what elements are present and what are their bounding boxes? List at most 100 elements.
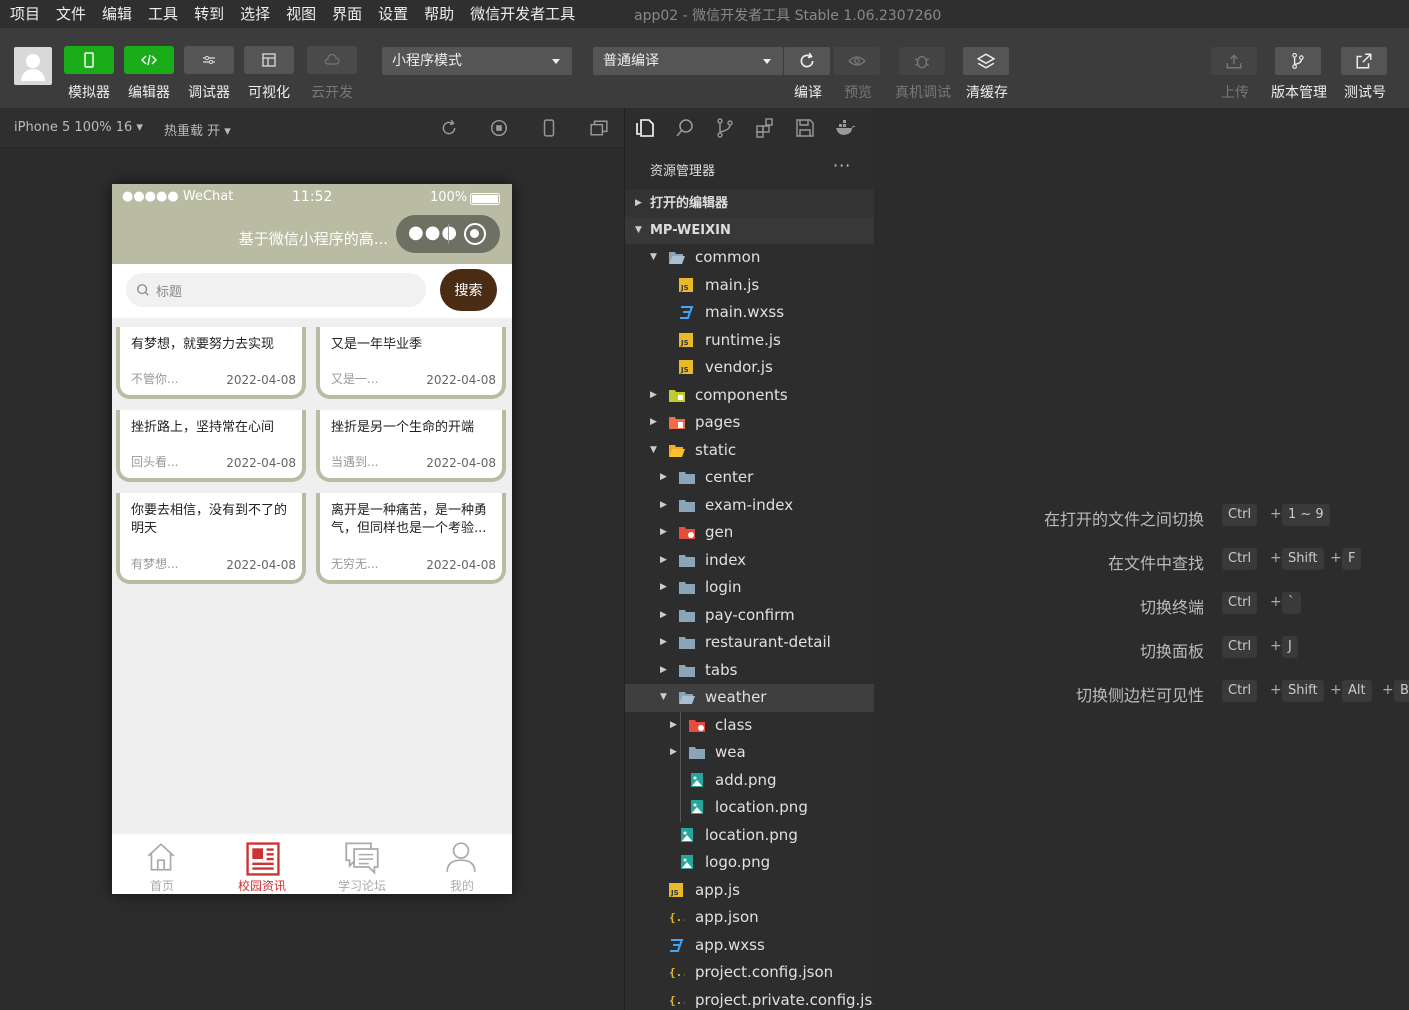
hot-reload-select[interactable]: 热重载 开 ▾ (164, 120, 231, 139)
chevron-right-icon[interactable]: ▶ (670, 739, 680, 766)
menu-view[interactable]: 视图 (276, 0, 322, 28)
tree-file-row[interactable]: main.wxss (625, 299, 874, 327)
tree-file-row[interactable]: JS main.js (625, 272, 874, 300)
tree-folder-row[interactable]: ▶ components (625, 382, 874, 410)
chevron-right-icon[interactable]: ▶ (660, 492, 670, 519)
menu-file[interactable]: 文件 (46, 0, 92, 28)
tree-folder-row[interactable]: ▶ wea (625, 739, 874, 767)
tree-file-row[interactable]: JS runtime.js (625, 327, 874, 355)
tab-home[interactable]: 首页 (112, 834, 212, 894)
menu-devtools[interactable]: 微信开发者工具 (460, 0, 581, 28)
detach-window-icon[interactable] (590, 119, 608, 137)
search-icon[interactable] (674, 117, 696, 139)
device-select[interactable]: iPhone 5 100% 16 ▾ (14, 120, 143, 135)
article-card[interactable]: 你要去相信，没有到不了的明天 有梦想... 2022-04-08 (116, 493, 306, 584)
menu-tools[interactable]: 工具 (138, 0, 184, 28)
menu-edit[interactable]: 编辑 (92, 0, 138, 28)
tree-folder-row[interactable]: ▼ common (625, 244, 874, 272)
reload-icon[interactable] (440, 119, 458, 137)
phone-icon[interactable] (540, 119, 558, 137)
tree-file-row[interactable]: location.png (625, 794, 874, 822)
tree-folder-row[interactable]: ▶ pay-confirm (625, 602, 874, 630)
clear-cache-button[interactable] (963, 47, 1009, 75)
tree-folder-row[interactable]: ▶ index (625, 547, 874, 575)
tree-folder-row[interactable]: ▶ login (625, 574, 874, 602)
chevron-right-icon[interactable]: ▶ (660, 547, 670, 574)
tree-folder-row[interactable]: ▶ pages (625, 409, 874, 437)
preview-button[interactable] (834, 47, 880, 75)
article-card[interactable]: 离开是一种痛苦，是一种勇气，但同样也是一个考验... 无穷无... 2022-0… (316, 493, 506, 584)
tree-file-row[interactable]: JS vendor.js (625, 354, 874, 382)
test-account-button[interactable] (1341, 47, 1387, 75)
simulator-button[interactable] (64, 46, 114, 74)
tree-folder-row[interactable]: ▶ tabs (625, 657, 874, 685)
tree-file-row[interactable]: {..} project.private.config.js... (625, 987, 874, 1010)
chevron-right-icon[interactable]: ▶ (660, 602, 670, 629)
tab-campus-news[interactable]: 校园资讯 (212, 834, 312, 894)
tree-folder-row[interactable]: ▼ static (625, 437, 874, 465)
tree-folder-row[interactable]: ▶ restaurant-detail (625, 629, 874, 657)
tree-folder-row[interactable]: ▶ gen (625, 519, 874, 547)
debugger-button[interactable] (184, 46, 234, 74)
tree-folder-row[interactable]: ▶ center (625, 464, 874, 492)
extensions-icon[interactable] (754, 117, 776, 139)
tab-forum[interactable]: 学习论坛 (312, 834, 412, 894)
menu-help[interactable]: 帮助 (414, 0, 460, 28)
open-editors-section[interactable]: ▶ 打开的编辑器 (625, 190, 874, 217)
tree-file-row[interactable]: JS app.js (625, 877, 874, 905)
close-miniprogram-icon[interactable] (464, 223, 486, 245)
cloud-button[interactable] (307, 46, 357, 74)
docker-icon[interactable] (834, 117, 856, 139)
tree-file-row[interactable]: {..} app.json (625, 904, 874, 932)
chevron-down-icon[interactable]: ▼ (660, 684, 670, 711)
version-label: 版本管理 (1271, 85, 1327, 101)
tree-file-row[interactable]: add.png (625, 767, 874, 795)
version-button[interactable] (1275, 47, 1321, 75)
mode-select[interactable]: 小程序模式 (382, 47, 572, 75)
chevron-right-icon[interactable]: ▶ (660, 519, 670, 546)
compile-button[interactable] (784, 47, 830, 75)
editor-button[interactable] (124, 46, 174, 74)
real-device-debug-button[interactable] (899, 47, 945, 75)
chevron-right-icon[interactable]: ▶ (660, 657, 670, 684)
save-icon[interactable] (794, 117, 816, 139)
tree-file-row[interactable]: location.png (625, 822, 874, 850)
tree-folder-row[interactable]: ▶ exam-index (625, 492, 874, 520)
menu-goto[interactable]: 转到 (184, 0, 230, 28)
tree-file-row[interactable]: {..} project.config.json (625, 959, 874, 987)
article-card[interactable]: 挫折路上，坚持常在心间 回头看... 2022-04-08 (116, 410, 306, 482)
menu-project[interactable]: 项目 (0, 0, 46, 28)
tree-folder-row[interactable]: ▼ weather (625, 684, 874, 712)
chevron-right-icon[interactable]: ▶ (660, 464, 670, 491)
files-icon[interactable] (634, 117, 656, 139)
chevron-right-icon[interactable]: ▶ (660, 574, 670, 601)
menu-interface[interactable]: 界面 (322, 0, 368, 28)
phone-simulator[interactable]: ●●●●● WeChat 11:52 100% 基于微信小程序的高... ●●●… (112, 184, 512, 894)
tree-folder-row[interactable]: ▶ class (625, 712, 874, 740)
chevron-down-icon[interactable]: ▼ (650, 244, 660, 271)
source-control-icon[interactable] (714, 117, 736, 139)
search-button[interactable]: 搜索 (440, 269, 497, 311)
more-actions-icon[interactable]: ··· (833, 156, 851, 175)
article-card[interactable]: 有梦想，就要努力去实现 不管你... 2022-04-08 (116, 327, 306, 399)
chevron-right-icon[interactable]: ▶ (650, 382, 660, 409)
visual-button[interactable] (244, 46, 294, 74)
search-input[interactable]: 标题 (126, 273, 426, 307)
chevron-right-icon[interactable]: ▶ (670, 712, 680, 739)
upload-button[interactable] (1211, 47, 1257, 75)
chevron-down-icon[interactable]: ▼ (650, 437, 660, 464)
avatar[interactable] (14, 47, 52, 85)
tab-mine[interactable]: 我的 (412, 834, 512, 894)
menu-settings[interactable]: 设置 (368, 0, 414, 28)
chevron-right-icon[interactable]: ▶ (660, 629, 670, 656)
tree-file-row[interactable]: logo.png (625, 849, 874, 877)
more-dots-icon[interactable]: ●●● (408, 224, 458, 242)
tree-file-row[interactable]: app.wxss (625, 932, 874, 960)
stop-icon[interactable] (490, 119, 508, 137)
project-section[interactable]: ▼ MP-WEIXIN (625, 217, 874, 244)
menu-select[interactable]: 选择 (230, 0, 276, 28)
article-card[interactable]: 挫折是另一个生命的开端 当遇到... 2022-04-08 (316, 410, 506, 482)
compile-mode-select[interactable]: 普通编译 (593, 47, 783, 75)
chevron-right-icon[interactable]: ▶ (650, 409, 660, 436)
article-card[interactable]: 又是一年毕业季 又是一... 2022-04-08 (316, 327, 506, 399)
